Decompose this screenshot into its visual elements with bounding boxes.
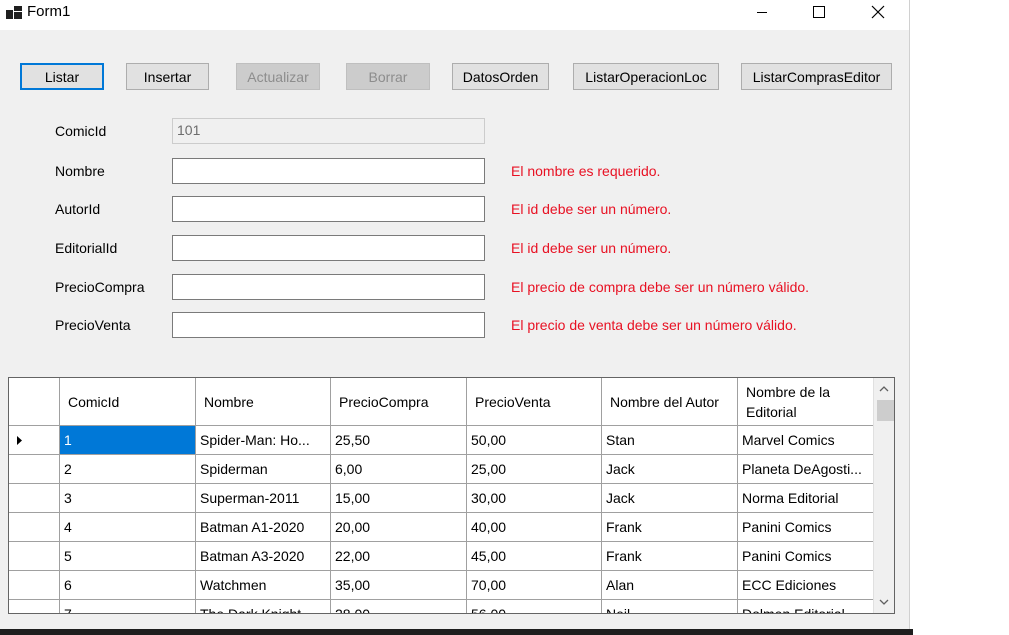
maximize-button[interactable] <box>790 0 848 24</box>
table-cell[interactable]: 1 <box>60 426 196 455</box>
row-header[interactable] <box>9 484 60 513</box>
scroll-down-icon[interactable] <box>874 593 894 611</box>
borrar-button[interactable]: Borrar <box>346 63 430 90</box>
nombre-label: Nombre <box>55 163 105 179</box>
column-header-nombre-autor[interactable]: Nombre del Autor <box>602 378 738 426</box>
table-cell[interactable]: Panini Comics <box>738 513 874 542</box>
close-icon <box>871 5 885 19</box>
row-header[interactable] <box>9 455 60 484</box>
minimize-button[interactable] <box>733 0 791 24</box>
table-cell[interactable]: 25,00 <box>467 455 602 484</box>
table-cell[interactable]: 70,00 <box>467 571 602 600</box>
table-cell[interactable]: Stan <box>602 426 738 455</box>
window-title: Form1 <box>27 3 71 20</box>
table-cell[interactable]: Batman A3-2020 <box>196 542 331 571</box>
table-cell[interactable]: 28,00 <box>331 600 467 613</box>
table-cell[interactable]: Planeta DeAgosti... <box>738 455 874 484</box>
table-cell[interactable]: 50,00 <box>467 426 602 455</box>
app-icon <box>6 4 22 20</box>
table-cell[interactable]: The Dark Knight... <box>196 600 331 613</box>
datos-orden-button[interactable]: DatosOrden <box>452 63 549 90</box>
table-cell[interactable]: 20,00 <box>331 513 467 542</box>
grid-corner-header[interactable] <box>9 378 60 426</box>
actualizar-button[interactable]: Actualizar <box>236 63 320 90</box>
table-cell[interactable]: Spider-Man: Ho... <box>196 426 331 455</box>
precio-compra-label: PrecioCompra <box>55 279 145 295</box>
desktop-background <box>910 0 1009 635</box>
table-cell[interactable]: 5 <box>60 542 196 571</box>
grid-vertical-scrollbar[interactable] <box>873 378 894 613</box>
scrollbar-thumb[interactable] <box>877 400 894 421</box>
table-cell[interactable]: 35,00 <box>331 571 467 600</box>
row-header[interactable] <box>9 571 60 600</box>
form1-window: Form1 Listar Insertar Actualizar Borrar … <box>0 0 910 629</box>
listar-operacion-loc-button[interactable]: ListarOperacionLoc <box>573 63 719 90</box>
precio-venta-error: El precio de venta debe ser un número vá… <box>511 317 797 333</box>
precio-compra-error: El precio de compra debe ser un número v… <box>511 279 810 295</box>
title-bar[interactable]: Form1 <box>0 0 909 30</box>
column-header-comicid[interactable]: ComicId <box>60 378 196 426</box>
precio-venta-field[interactable] <box>172 312 485 338</box>
maximize-icon <box>813 6 825 18</box>
minimize-icon <box>757 12 767 13</box>
column-header-nombre[interactable]: Nombre <box>196 378 331 426</box>
table-cell[interactable]: 6 <box>60 571 196 600</box>
editorial-id-label: EditorialId <box>55 240 118 256</box>
table-cell[interactable]: Watchmen <box>196 571 331 600</box>
row-header[interactable] <box>9 542 60 571</box>
table-cell[interactable]: ECC Ediciones <box>738 571 874 600</box>
scroll-up-icon[interactable] <box>874 380 894 398</box>
editorial-id-error: El id debe ser un número. <box>511 240 672 256</box>
precio-compra-field[interactable] <box>172 274 485 300</box>
table-cell[interactable]: Spiderman <box>196 455 331 484</box>
editorial-id-field[interactable] <box>172 235 485 261</box>
table-cell[interactable]: 2 <box>60 455 196 484</box>
precio-venta-label: PrecioVenta <box>55 317 131 333</box>
current-row-arrow-icon <box>17 436 22 445</box>
table-cell[interactable]: Jack <box>602 455 738 484</box>
column-header-nombre-editorial[interactable]: Nombre de la Editorial <box>738 378 874 426</box>
row-header[interactable] <box>9 513 60 542</box>
table-cell[interactable]: 22,00 <box>331 542 467 571</box>
table-cell[interactable]: 30,00 <box>467 484 602 513</box>
autor-id-error: El id debe ser un número. <box>511 201 672 217</box>
table-cell[interactable]: Panini Comics <box>738 542 874 571</box>
table-cell[interactable]: Norma Editorial <box>738 484 874 513</box>
taskbar-edge <box>0 629 913 635</box>
table-cell[interactable]: Jack <box>602 484 738 513</box>
table-cell[interactable]: 45,00 <box>467 542 602 571</box>
column-header-precio-compra[interactable]: PrecioCompra <box>331 378 467 426</box>
table-cell[interactable]: Dolmen Editorial <box>738 600 874 613</box>
nombre-field[interactable] <box>172 158 485 184</box>
close-button[interactable] <box>849 0 907 24</box>
table-cell[interactable]: Batman A1-2020 <box>196 513 331 542</box>
row-header[interactable] <box>9 600 60 613</box>
table-cell[interactable]: Marvel Comics <box>738 426 874 455</box>
nombre-error: El nombre es requerido. <box>511 163 661 179</box>
table-cell[interactable]: Neil <box>602 600 738 613</box>
table-cell[interactable]: 3 <box>60 484 196 513</box>
table-cell[interactable]: 6,00 <box>331 455 467 484</box>
insertar-button[interactable]: Insertar <box>126 63 209 90</box>
table-cell[interactable]: 15,00 <box>331 484 467 513</box>
table-cell[interactable]: 56,00 <box>467 600 602 613</box>
comics-data-grid[interactable]: ComicId Nombre PrecioCompra PrecioVenta … <box>8 377 895 614</box>
table-cell[interactable]: Frank <box>602 542 738 571</box>
listar-compras-editor-button[interactable]: ListarComprasEditor <box>741 63 892 90</box>
row-header[interactable] <box>9 426 60 455</box>
column-header-precio-venta[interactable]: PrecioVenta <box>467 378 602 426</box>
listar-button[interactable]: Listar <box>20 63 104 90</box>
autor-id-label: AutorId <box>55 201 101 217</box>
comic-id-field[interactable]: 101 <box>172 118 485 144</box>
table-cell[interactable]: Alan <box>602 571 738 600</box>
table-cell[interactable]: Superman-2011 <box>196 484 331 513</box>
table-cell[interactable]: 40,00 <box>467 513 602 542</box>
table-cell[interactable]: 25,50 <box>331 426 467 455</box>
table-cell[interactable]: Frank <box>602 513 738 542</box>
table-cell[interactable]: 7 <box>60 600 196 613</box>
autor-id-field[interactable] <box>172 196 485 222</box>
comic-id-label: ComicId <box>55 123 107 139</box>
table-cell[interactable]: 4 <box>60 513 196 542</box>
